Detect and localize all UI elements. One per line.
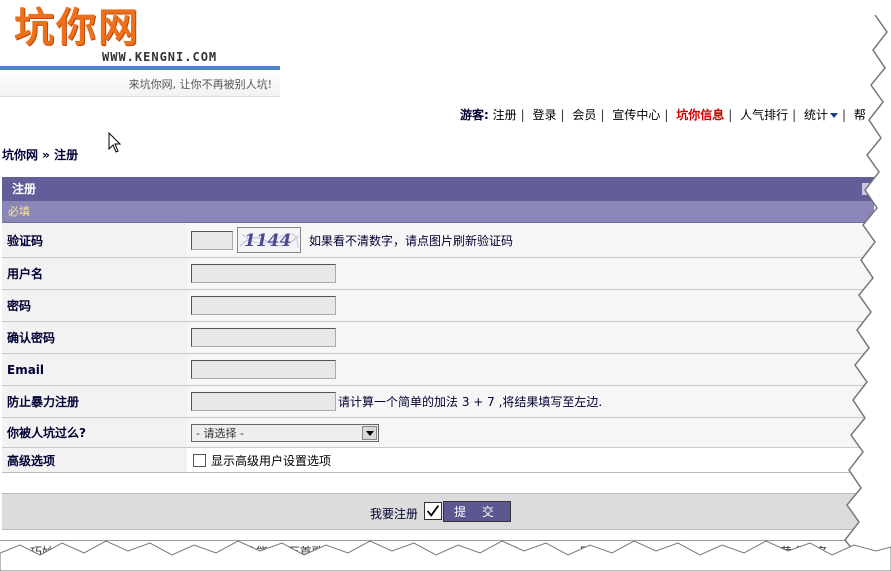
form-row-password: 密码 [2, 290, 874, 322]
panel-title-text: 注册 [12, 182, 37, 196]
checkmark-icon [426, 505, 440, 517]
confirm-password-input[interactable] [191, 328, 336, 347]
guest-label: 游客: [460, 108, 489, 122]
form-row-question: 你被人坑过么? - 请选择 - [2, 418, 874, 448]
form-row-advanced: 高级选项 显示高级用户设置选项 [2, 448, 874, 473]
email-input[interactable] [191, 360, 336, 379]
logo-url: WWW.KENGNI.COM [102, 50, 218, 64]
nav-popularity[interactable]: 人气排行 [740, 108, 788, 122]
form-row-antispam: 防止暴力注册 请计算一个简单的加法 3 + 7 ,将结果填写至左边. [2, 386, 874, 418]
nav-login[interactable]: 登录 [533, 108, 557, 122]
question-select-value: - 请选择 - [196, 426, 244, 440]
nav-separator: | [664, 108, 669, 122]
nav-promotion[interactable]: 宣传中心 [612, 108, 660, 122]
nav-separator: | [792, 108, 797, 122]
form-row-username: 用户名 [2, 258, 874, 290]
confirm-password-label: 确认密码 [7, 331, 56, 345]
submit-button[interactable]: 提 交 [443, 501, 511, 522]
form-row-confirm: 确认密码 [2, 322, 874, 354]
username-input[interactable] [191, 264, 336, 283]
nav-separator: | [560, 108, 565, 122]
tagline-text: 来坑你网, 让你不再被别人坑! [128, 78, 272, 91]
nav-separator: | [600, 108, 605, 122]
submit-bar: 我要注册 提 交 [2, 493, 874, 530]
captcha-label: 验证码 [7, 233, 44, 248]
nav-separator: | [728, 108, 733, 122]
register-panel: 注册 必填 验证码 1144 如果看不清数字，请点图片刷新验证码 用户名 密码 [2, 177, 874, 479]
form-row-captcha: 验证码 1144 如果看不清数字，请点图片刷新验证码 [2, 223, 874, 258]
question-select[interactable]: - 请选择 - [191, 423, 379, 442]
advanced-checkbox-label[interactable]: 显示高级用户设置选项 [211, 452, 331, 469]
section-header: 必填 [2, 201, 874, 223]
nav-members[interactable]: 会员 [572, 108, 596, 122]
question-label: 你被人坑过么? [7, 426, 86, 440]
tagline-bar: 来坑你网, 让你不再被别人坑! [0, 70, 280, 97]
torn-edge-right [844, 0, 891, 571]
captcha-hint: 如果看不清数字，请点图片刷新验证码 [309, 233, 514, 248]
mouse-cursor-icon [108, 132, 122, 153]
breadcrumb[interactable]: 坑你网 » 注册 [2, 146, 78, 163]
antispam-hint: 请计算一个简单的加法 3 + 7 ,将结果填写至左边. [338, 395, 603, 409]
site-logo[interactable]: 坑你网 WWW.KENGNI.COM [14, 5, 216, 64]
captcha-image[interactable]: 1144 [237, 227, 301, 253]
chevron-down-icon[interactable] [362, 425, 377, 440]
antispam-input[interactable] [191, 392, 336, 411]
password-input[interactable] [191, 296, 336, 315]
form-row-email: Email [2, 354, 874, 386]
logo-text: 坑你网 [14, 5, 140, 51]
username-label: 用户名 [7, 267, 44, 281]
nav-separator: | [520, 108, 525, 122]
nav-register[interactable]: 注册 [493, 108, 517, 122]
nav-kengni-info[interactable]: 坑你信息 [676, 108, 724, 122]
torn-edge-bottom [0, 540, 891, 571]
agree-label: 我要注册 [370, 507, 419, 521]
email-label: Email [7, 362, 45, 377]
nav-stats-label: 统计 [803, 108, 828, 122]
captcha-text: 1144 [244, 231, 291, 251]
top-navigation: 游客: 注册 | 登录 | 会员 | 宣传中心 | 坑你信息 | 人气排行 | 统计 | 帮 [460, 106, 866, 123]
panel-title: 注册 [2, 177, 874, 201]
captcha-input[interactable] [191, 230, 233, 250]
password-label: 密码 [7, 299, 32, 313]
advanced-label: 高级选项 [7, 453, 56, 468]
antispam-label: 防止暴力注册 [7, 395, 80, 409]
page-frame: 坑你网 WWW.KENGNI.COM 来坑你网, 让你不再被别人坑! 游客: 注… [0, 0, 874, 560]
agree-checkbox[interactable] [424, 502, 442, 520]
advanced-checkbox[interactable] [193, 453, 206, 467]
